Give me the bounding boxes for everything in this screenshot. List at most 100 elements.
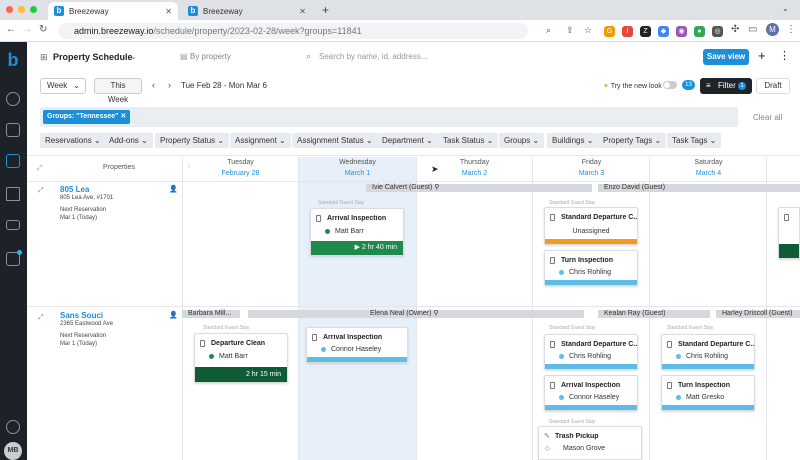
task-card[interactable]: ✎ Trash Pickup ◇ Mason Grove [538, 426, 642, 460]
expand-row-icon[interactable]: ⤢ [38, 187, 44, 195]
dashboard-icon[interactable] [6, 92, 20, 106]
date-range[interactable]: Tue Feb 28 - Mon Mar 6 [181, 81, 267, 90]
remove-chip-icon[interactable]: ✕ [120, 113, 126, 120]
clear-all-link[interactable]: Clear all [753, 113, 782, 122]
profile-avatar[interactable]: M [766, 23, 779, 36]
maximize-window-button[interactable] [30, 6, 37, 13]
extensions-puzzle-icon[interactable]: ✣ [731, 24, 739, 35]
page-title[interactable]: Property Schedule [53, 52, 133, 62]
previous-week-icon[interactable]: ‹ [152, 80, 155, 90]
reservation-bar[interactable]: Elena Neal (Owner) ⚲ [248, 310, 584, 318]
calendar-icon[interactable] [6, 154, 20, 168]
property-name[interactable]: Sans Souci [60, 311, 180, 320]
filter-chip[interactable]: Assignment Status ⌄ [292, 133, 378, 148]
task-card[interactable]: Turn Inspection Chris Rohling [544, 250, 638, 286]
reservation-guest: Enzo David (Guest) [604, 184, 666, 191]
add-icon[interactable]: + [758, 48, 766, 63]
extension-icon[interactable]: ◆ [658, 26, 669, 37]
extension-icon[interactable]: ◉ [676, 26, 687, 37]
close-tab-icon[interactable]: ✕ [299, 7, 306, 16]
breezeway-logo-icon[interactable]: b [3, 50, 23, 70]
tab-search-icon[interactable]: ⌄ [782, 4, 789, 13]
extension-icon[interactable]: ◎ [712, 26, 723, 37]
filter-chip[interactable]: Groups ⌄ [499, 133, 545, 148]
filter-chip[interactable]: Property Status ⌄ [155, 133, 230, 148]
draft-button[interactable]: Draft [756, 78, 790, 94]
new-look-toggle[interactable] [663, 81, 677, 89]
save-view-button[interactable]: Save view [703, 49, 749, 65]
close-window-button[interactable] [6, 6, 13, 13]
task-card[interactable]: Standard Departure C... Unassigned [544, 207, 638, 245]
filter-button[interactable]: ≡ Filter 1 [700, 78, 752, 94]
more-icon[interactable]: ⋮ [779, 49, 790, 62]
browser-tab-2[interactable]: b Breezeway ✕ [182, 2, 312, 20]
reservation-bar[interactable]: Enzo David (Guest) [598, 184, 800, 192]
bookmark-icon[interactable]: ☆ [584, 25, 592, 36]
filter-chip[interactable]: Buildings ⌄ [547, 133, 599, 148]
task-card[interactable]: Turn Inspection Matt Gresko [661, 375, 755, 411]
assign-person-icon[interactable]: 👤 [169, 311, 178, 319]
extension-icon[interactable]: Z [640, 26, 651, 37]
search-input[interactable]: Search by name, id, address... [319, 52, 428, 61]
task-card[interactable]: Standard Departure C... Chris Rohling [544, 334, 638, 370]
filter-chip-label: Assignment [235, 136, 277, 145]
day-date[interactable]: March 4 [650, 168, 767, 179]
reservation-bar[interactable]: Ivie Calvert (Guest) ⚲ [366, 184, 592, 192]
user-avatar[interactable]: MB [4, 442, 22, 460]
reservation-bar[interactable]: Barbara Mill... [182, 310, 240, 318]
back-icon[interactable]: ← [6, 24, 16, 35]
stay-type-label: Standard Guest Stay [549, 200, 596, 206]
reservation-bar[interactable]: Kealan Ray (Guest) [598, 310, 710, 318]
next-reservation-date: Mar 1 (Today) [60, 215, 98, 221]
new-tab-icon[interactable]: + [322, 3, 329, 17]
expand-row-icon[interactable]: ⤢ [38, 314, 44, 322]
extension-icon[interactable]: / [622, 26, 633, 37]
filter-chip[interactable]: Reservations ⌄ [40, 133, 106, 148]
browser-tab-1[interactable]: b Breezeway ✕ [48, 2, 178, 20]
task-card-partial[interactable] [778, 207, 800, 259]
task-card[interactable]: Arrival Inspection Connor Haseley [544, 375, 638, 411]
view-by-select[interactable]: By property [190, 52, 231, 61]
filter-chip[interactable]: Department ⌄ [377, 133, 438, 148]
filter-chip[interactable]: Add-ons ⌄ [104, 133, 153, 148]
reload-icon[interactable]: ↻ [39, 24, 47, 35]
range-select[interactable]: Week ⌄ [40, 78, 86, 94]
property-name[interactable]: 805 Lea [60, 185, 180, 194]
tasks-icon[interactable] [6, 123, 20, 137]
url-input[interactable]: admin.breezeway.io/schedule/property/202… [58, 23, 528, 39]
column-divider [766, 157, 767, 460]
task-card[interactable]: Arrival Inspection Connor Haseley [306, 327, 408, 363]
share-icon[interactable]: ⇪ [566, 25, 574, 36]
groups-filter-chip[interactable]: Groups: "Tennessee" ✕ [43, 110, 131, 124]
minimize-window-button[interactable] [18, 6, 25, 13]
play-icon: ▶ [354, 244, 361, 251]
task-card[interactable]: Standard Departure C... Chris Rohling [661, 334, 755, 370]
day-date[interactable]: February 28 [182, 168, 299, 179]
help-icon[interactable] [6, 420, 20, 434]
properties-home-icon[interactable] [6, 187, 20, 201]
day-date[interactable]: March 1 [299, 168, 416, 179]
filter-chip[interactable]: Property Tags ⌄ [598, 133, 667, 148]
this-week-button[interactable]: This Week [94, 78, 142, 104]
filter-icon: ≡ [706, 81, 711, 90]
forward-icon[interactable]: → [22, 24, 32, 35]
extension-icon[interactable]: G [604, 26, 615, 37]
filter-chip[interactable]: Task Status ⌄ [438, 133, 499, 148]
assign-person-icon[interactable]: 👤 [169, 185, 178, 193]
browser-menu-icon[interactable]: ⋮ [786, 24, 796, 35]
chevron-down-icon[interactable]: ⌄ [130, 52, 137, 61]
bed-icon[interactable] [6, 220, 20, 230]
extension-icon[interactable]: ● [694, 26, 705, 37]
filter-chip[interactable]: Task Tags ⌄ [667, 133, 722, 148]
zoom-icon[interactable]: ⌕ [546, 25, 551, 36]
reservation-bar[interactable]: Harley Driscoll (Guest) [716, 310, 800, 318]
task-card[interactable]: Departure Clean Matt Barr 2 hr 15 min [194, 333, 288, 383]
sidebar-panel-icon[interactable]: ▭ [748, 24, 757, 35]
expand-all-icon[interactable]: ⤢ [37, 165, 43, 173]
day-date[interactable]: March 3 [533, 168, 650, 179]
filter-chip-label: Add-ons [109, 136, 139, 145]
next-week-icon[interactable]: › [168, 80, 171, 90]
close-tab-icon[interactable]: ✕ [165, 7, 172, 16]
task-card[interactable]: Arrival Inspection Matt Barr ▶ 2 hr 40 m… [310, 208, 404, 256]
filter-chip[interactable]: Assignment ⌄ [230, 133, 291, 148]
